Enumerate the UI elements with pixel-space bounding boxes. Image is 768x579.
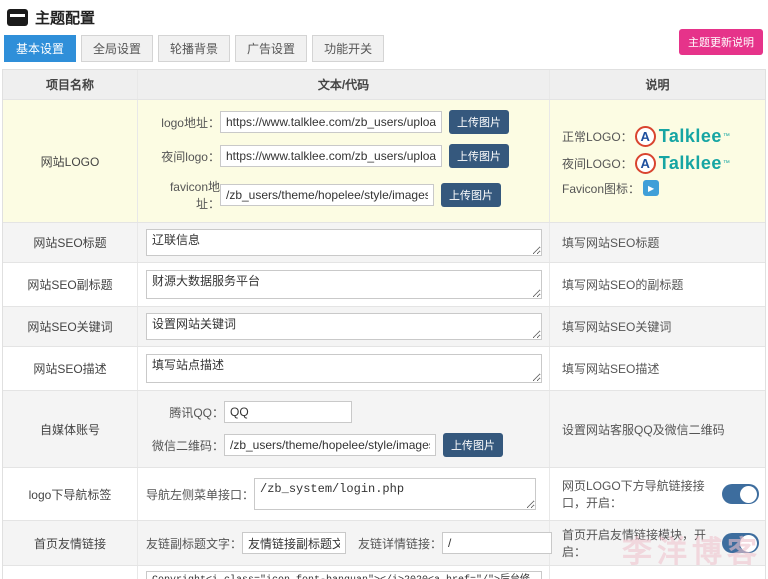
talklee-logo-icon: A	[635, 126, 656, 147]
row-desc: 填写网站SEO标题	[550, 223, 765, 262]
nav-api-label: 导航左侧菜单接口：	[146, 486, 254, 503]
row-desc: 填写网站SEO关键词	[550, 307, 765, 346]
row-desc: 网页LOGO下方导航链接接口，开启：	[562, 477, 719, 511]
footer-code-textarea[interactable]: Copyright<i class="icon font-banquan"></…	[146, 571, 542, 579]
page-title: 主题配置	[35, 7, 95, 28]
favicon-input[interactable]	[220, 184, 434, 206]
table-row-seo-keywords: 网站SEO关键词 设置网站关键词 填写网站SEO关键词	[3, 307, 765, 347]
friend-detail-input[interactable]	[442, 532, 552, 554]
row-desc: 填写网站SEO的副标题	[550, 263, 765, 306]
window-icon	[7, 9, 28, 26]
table-header-row: 项目名称 文本/代码 说明	[3, 70, 765, 100]
seo-keywords-textarea[interactable]: 设置网站关键词	[146, 313, 542, 340]
field-wechat-qr: 微信二维码： 上传图片	[146, 433, 541, 457]
upload-image-button[interactable]: 上传图片	[441, 183, 501, 207]
row-label: 网站SEO标题	[3, 223, 138, 262]
logo-url-label: logo地址：	[146, 114, 220, 131]
friend-subtitle-label: 友链副标题文字：	[146, 535, 242, 552]
tab-ad-settings[interactable]: 广告设置	[235, 35, 307, 62]
field-qq: 腾讯QQ：	[146, 401, 541, 423]
table-row-seo-desc: 网站SEO描述 填写站点描述 填写网站SEO描述	[3, 347, 765, 391]
friend-links-toggle[interactable]	[722, 533, 759, 553]
page-header: 主题配置	[0, 0, 768, 31]
qq-label: 腾讯QQ：	[146, 404, 224, 421]
table-row-friend-links: 首页友情链接 友链副标题文字： 友链详情链接： 首页开启友情链接模块，开启：	[3, 521, 765, 566]
seo-title-textarea[interactable]: 辽联信息	[146, 229, 542, 256]
seo-subtitle-textarea[interactable]: 财源大数据服务平台	[146, 270, 542, 299]
night-logo-label: 夜间LOGO：	[562, 155, 633, 172]
normal-logo-label: 正常LOGO：	[562, 128, 633, 145]
table-row-media-account: 自媒体账号 腾讯QQ： 微信二维码： 上传图片 设置网站客服QQ及微信二维码	[3, 391, 765, 468]
col-header-code: 文本/代码	[138, 70, 550, 99]
night-logo-label: 夜间logo：	[146, 148, 220, 165]
favicon-url-label: favicon地址：	[146, 178, 220, 212]
tab-carousel-bg[interactable]: 轮播背景	[158, 35, 230, 62]
row-desc: 添加网站底部文字	[550, 566, 765, 579]
normal-logo-preview: 正常LOGO： A Talklee ™	[562, 126, 730, 147]
field-logo-url: logo地址： 上传图片	[146, 110, 541, 134]
nav-link-toggle[interactable]	[722, 484, 759, 504]
qq-input[interactable]	[224, 401, 352, 423]
seo-desc-textarea[interactable]: 填写站点描述	[146, 354, 542, 383]
logo-url-input[interactable]	[220, 111, 442, 133]
friend-detail-label: 友链详情链接：	[358, 535, 442, 552]
row-label: 网站SEO关键词	[3, 307, 138, 346]
row-logo-fields: logo地址： 上传图片 夜间logo： 上传图片 favicon地址： 上传图…	[138, 100, 550, 222]
tab-basic-settings[interactable]: 基本设置	[4, 35, 76, 62]
row-logo-preview: 正常LOGO： A Talklee ™ 夜间LOGO： A Talklee ™	[550, 100, 765, 222]
row-label: 网站LOGO	[3, 100, 138, 222]
field-nav-api: 导航左侧菜单接口： /zb_system/login.php	[146, 478, 541, 510]
tab-feature-switch[interactable]: 功能开关	[312, 35, 384, 62]
upload-image-button[interactable]: 上传图片	[449, 144, 509, 168]
table-row-seo-subtitle: 网站SEO副标题 财源大数据服务平台 填写网站SEO的副标题	[3, 263, 765, 307]
row-label: 网站SEO副标题	[3, 263, 138, 306]
talklee-logo: A Talklee ™	[635, 153, 730, 174]
row-label: logo下导航标签	[3, 468, 138, 520]
col-header-name: 项目名称	[3, 70, 138, 99]
wechat-qr-input[interactable]	[224, 434, 436, 456]
favicon-icon: ▶	[643, 180, 659, 196]
night-logo-input[interactable]	[220, 145, 442, 167]
field-night-logo-url: 夜间logo： 上传图片	[146, 144, 541, 168]
row-label: 网站底部文字	[3, 566, 138, 579]
talklee-logo: A Talklee ™	[635, 126, 730, 147]
theme-update-notes-button[interactable]: 主题更新说明	[679, 29, 763, 55]
upload-image-button[interactable]: 上传图片	[443, 433, 503, 457]
wechat-qr-label: 微信二维码：	[146, 437, 224, 454]
table-row-seo-title: 网站SEO标题 辽联信息 填写网站SEO标题	[3, 223, 765, 263]
config-table: 项目名称 文本/代码 说明 网站LOGO logo地址： 上传图片 夜间logo…	[2, 69, 766, 579]
field-favicon-url: favicon地址： 上传图片	[146, 178, 541, 212]
talklee-logo-icon: A	[635, 153, 656, 174]
favicon-preview: Favicon图标： ▶	[562, 180, 730, 197]
theme-config-page: 主题配置 基本设置 全局设置 轮播背景 广告设置 功能开关 主题更新说明 项目名…	[0, 0, 768, 579]
row-label: 自媒体账号	[3, 391, 138, 467]
row-label: 网站SEO描述	[3, 347, 138, 390]
row-desc: 设置网站客服QQ及微信二维码	[550, 391, 765, 467]
nav-api-textarea[interactable]: /zb_system/login.php	[254, 478, 536, 510]
friend-subtitle-input[interactable]	[242, 532, 346, 554]
favicon-preview-label: Favicon图标：	[562, 180, 640, 197]
row-label: 首页友情链接	[3, 521, 138, 565]
row-desc: 首页开启友情链接模块，开启：	[562, 526, 719, 560]
upload-image-button[interactable]: 上传图片	[449, 110, 509, 134]
table-row-nav-tag: logo下导航标签 导航左侧菜单接口： /zb_system/login.php…	[3, 468, 765, 521]
tab-global-settings[interactable]: 全局设置	[81, 35, 153, 62]
row-desc: 填写网站SEO描述	[550, 347, 765, 390]
tab-bar: 基本设置 全局设置 轮播背景 广告设置 功能开关	[0, 31, 768, 69]
col-header-desc: 说明	[550, 70, 765, 99]
field-friend-links: 友链副标题文字： 友链详情链接：	[146, 532, 541, 554]
table-row-logo: 网站LOGO logo地址： 上传图片 夜间logo： 上传图片 favicon…	[3, 100, 765, 223]
night-logo-preview: 夜间LOGO： A Talklee ™	[562, 153, 730, 174]
table-row-footer-text: 网站底部文字 Copyright<i class="icon font-banq…	[3, 566, 765, 579]
